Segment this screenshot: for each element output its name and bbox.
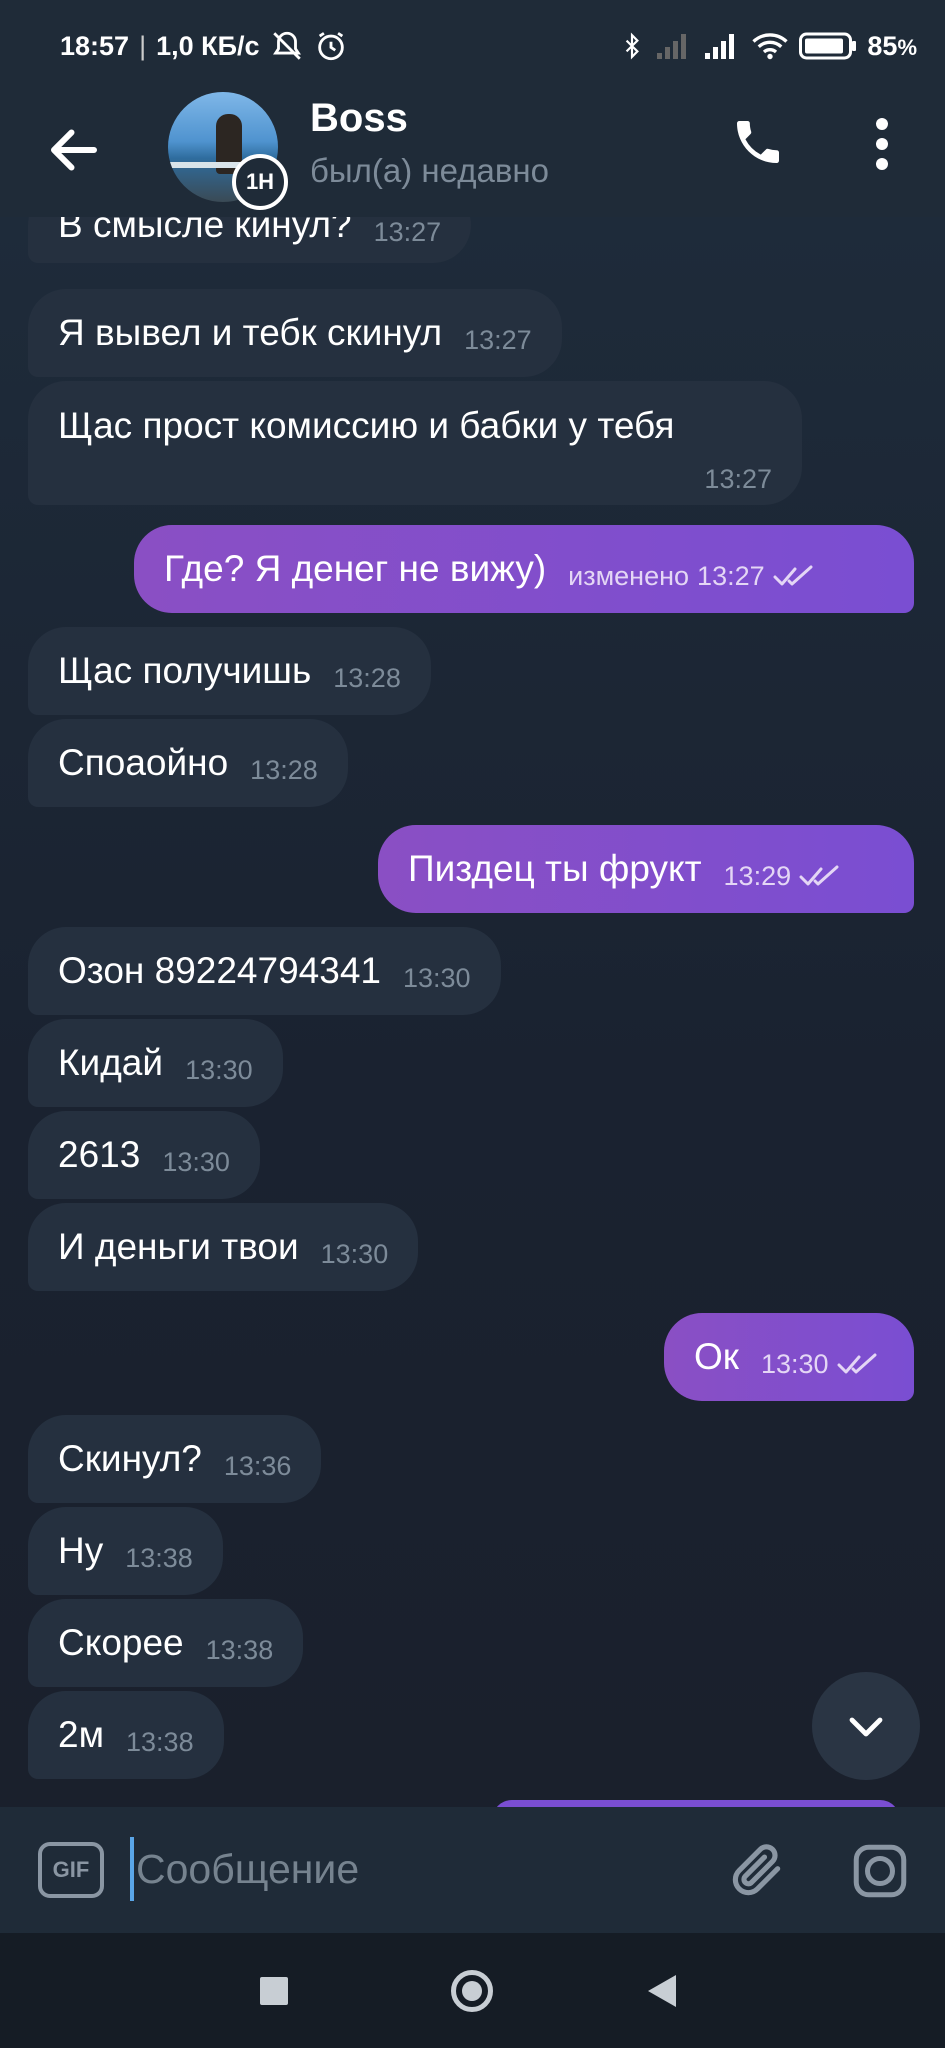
double-check-icon [773, 565, 813, 586]
phone-icon [737, 121, 779, 163]
message-time: 13:27 [464, 324, 532, 355]
message-time: 13:28 [250, 754, 318, 785]
message-incoming[interactable]: 2м 13:38 [28, 1691, 224, 1779]
message-incoming[interactable]: Щас получишь 13:28 [28, 627, 431, 715]
chat-title[interactable]: Boss [310, 96, 408, 141]
chevron-down-icon [849, 1717, 883, 1737]
message-text: 2613 [58, 1134, 141, 1175]
bluetooth-icon [626, 32, 640, 60]
message-incoming[interactable]: Щас прост комиссию и бабки у тебя 13:27 [28, 381, 802, 505]
attach-button[interactable] [726, 1839, 788, 1901]
message-incoming[interactable]: Скорее 13:38 [28, 1599, 304, 1687]
message-composer: GIF [0, 1807, 945, 1933]
message-text: Ок [694, 1336, 739, 1377]
battery-icon [799, 32, 857, 60]
message-time: 13:38 [205, 1634, 274, 1665]
paperclip-icon [732, 1844, 781, 1896]
message-time: 13:30 [760, 1348, 829, 1379]
battery-percent: 85% [867, 31, 917, 62]
signal-1-icon [657, 34, 687, 59]
system-nav-bar [0, 1933, 945, 2048]
message-incoming[interactable]: Ну 13:38 [28, 1507, 223, 1595]
bell-off-icon [272, 31, 301, 60]
wifi-icon [752, 33, 789, 60]
message-text: Кидай [58, 1042, 164, 1083]
more-vert-icon [876, 118, 888, 170]
message-time: 13:30 [402, 962, 471, 993]
message-outgoing[interactable]: Ок 13:30 [664, 1313, 914, 1401]
home-button[interactable] [451, 1970, 493, 2012]
battery-value: 85 [867, 30, 898, 61]
message-time: 13:30 [185, 1054, 253, 1085]
message-incoming[interactable]: И деньги твои 13:30 [28, 1203, 419, 1291]
chat-header: 1Н Boss был(а) недавно [0, 92, 945, 217]
auto-delete-timer-badge: 1Н [232, 154, 288, 210]
status-time: 18:57 [60, 30, 130, 61]
message-incoming[interactable]: Озон 89224794341 13:30 [28, 927, 501, 1015]
message-text: Споаойно [58, 742, 229, 783]
message-incoming[interactable]: Я вывел и тебк скинул 13:27 [28, 289, 562, 377]
message-time: 13:27 [704, 464, 772, 494]
message-time: 13:30 [162, 1146, 230, 1177]
message-edited-label: изменено [568, 560, 690, 591]
network-speed: 1,0 КБ/с [156, 30, 260, 61]
message-time: 13:27 [373, 217, 442, 247]
status-bar: 18:57 | 1,0 КБ/с 85% [0, 0, 945, 92]
double-check-icon [837, 1353, 877, 1374]
message-incoming[interactable]: Кидай 13:30 [28, 1019, 283, 1107]
more-options-button[interactable] [862, 114, 902, 174]
recent-apps-button[interactable] [260, 1977, 288, 2005]
message-outgoing[interactable]: Пиздец ты фрукт 13:29 [378, 825, 914, 913]
message-incoming[interactable]: Споаойно 13:28 [28, 719, 348, 807]
message-text: Щас получишь [58, 650, 312, 691]
message-text: Скинул? [58, 1438, 202, 1479]
message-text: Где? Я денег не вижу) [164, 548, 547, 589]
double-check-icon [799, 865, 839, 886]
message-time: 13:36 [223, 1450, 292, 1481]
message-time: 13:28 [333, 662, 401, 693]
message-time: 13:38 [125, 1542, 193, 1573]
message-input[interactable] [136, 1837, 696, 1901]
status-bar-right: 85% [619, 29, 917, 63]
arrow-left-icon [51, 129, 97, 171]
message-time: 13:30 [320, 1238, 389, 1269]
scroll-down-button[interactable] [812, 1672, 920, 1780]
message-text: Скорее [58, 1622, 184, 1663]
message-list[interactable]: В смысле кинул? 13:27 Я вывел и тебк ски… [0, 217, 945, 1807]
message-incoming[interactable]: Скинул? 13:36 [28, 1415, 322, 1503]
chat-status: был(а) недавно [310, 152, 549, 189]
message-incoming[interactable]: В смысле кинул? 13:27 [28, 217, 472, 263]
message-time: 13:38 [126, 1726, 194, 1757]
message-text: Озон 89224794341 [58, 950, 381, 991]
message-text: Ну [58, 1530, 104, 1571]
gif-button[interactable]: GIF [38, 1842, 104, 1898]
status-bar-left: 18:57 | 1,0 КБ/с [60, 29, 348, 63]
status-divider: | [139, 30, 147, 61]
text-cursor [130, 1837, 134, 1901]
back-button[interactable] [44, 120, 104, 180]
instagram-camera-icon [853, 1844, 907, 1898]
message-text: В смысле кинул? [58, 217, 352, 245]
signal-2-icon [705, 34, 735, 59]
alarm-icon [317, 32, 344, 61]
message-incoming[interactable]: 2613 13:30 [28, 1111, 260, 1199]
message-text: 2м [58, 1714, 105, 1755]
camera-button[interactable] [850, 1841, 910, 1901]
message-text: Я вывел и тебк скинул [58, 312, 443, 353]
message-text: И деньги твои [58, 1226, 299, 1267]
message-time: 13:27 [697, 560, 765, 591]
system-back-button[interactable] [648, 1975, 676, 2007]
message-time: 13:29 [723, 860, 792, 891]
call-button[interactable] [730, 114, 786, 170]
message-text: Щас прост комиссию и бабки у тебя [58, 405, 675, 446]
message-outgoing[interactable]: Где? Я денег не вижу) изменено 13:27 [134, 525, 914, 613]
message-text: Пиздец ты фрукт [408, 848, 702, 889]
battery-suffix: % [897, 34, 917, 60]
